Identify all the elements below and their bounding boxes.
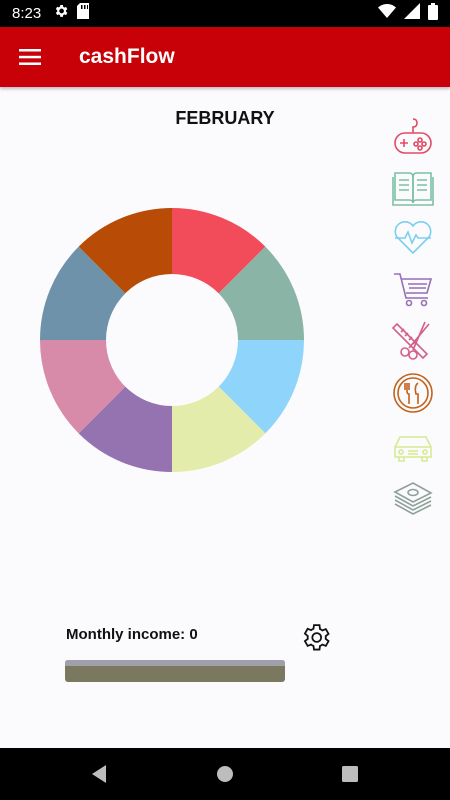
- home-circle-icon: [217, 766, 233, 782]
- income-progress-bar: [65, 660, 285, 682]
- book-icon[interactable]: [391, 165, 435, 209]
- heart-pulse-icon[interactable]: [391, 215, 435, 259]
- back-button[interactable]: [88, 762, 112, 786]
- navigation-bar: [0, 748, 450, 800]
- monthly-income-label: Monthly income: 0: [66, 626, 198, 643]
- scissors-comb-icon[interactable]: [391, 318, 435, 362]
- recents-square-icon: [342, 766, 358, 782]
- home-button[interactable]: [213, 762, 237, 786]
- restaurant-icon[interactable]: [391, 371, 435, 415]
- car-icon[interactable]: [391, 423, 435, 467]
- income-settings-button[interactable]: [299, 621, 332, 654]
- back-triangle-icon: [92, 765, 106, 783]
- money-icon[interactable]: [391, 474, 435, 518]
- shopping-cart-icon[interactable]: [391, 266, 435, 310]
- gamepad-icon[interactable]: [391, 115, 435, 159]
- gear-icon: [303, 624, 330, 651]
- recents-button[interactable]: [338, 762, 362, 786]
